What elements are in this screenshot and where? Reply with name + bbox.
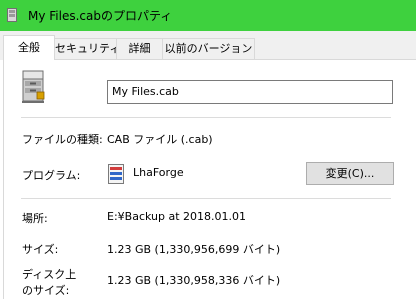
file-type-value: CAB ファイル (.cab) xyxy=(107,133,213,146)
tab-previous-versions[interactable]: 以前のバージョン xyxy=(162,38,255,59)
disk-size-label-line1: ディスク上 xyxy=(22,268,77,281)
tab-security[interactable]: セキュリティ xyxy=(54,38,120,59)
cabinet-file-icon xyxy=(22,70,45,103)
location-label: 場所: xyxy=(22,212,48,225)
program-label: プログラム: xyxy=(22,169,81,182)
tab-details[interactable]: 詳細 xyxy=(116,38,163,59)
change-program-button[interactable]: 変更(C)... xyxy=(306,162,394,185)
divider xyxy=(21,117,391,118)
title-bar: My Files.cabのプロパティ xyxy=(0,0,416,31)
program-name: LhaForge xyxy=(133,166,184,179)
tab-general[interactable]: 全般 xyxy=(3,35,55,60)
window-title: My Files.cabのプロパティ xyxy=(28,9,173,23)
size-label: サイズ: xyxy=(22,243,59,256)
disk-size-value: 1.23 GB (1,330,958,336 バイト) xyxy=(107,274,281,287)
location-value: E:¥Backup at 2018.01.01 xyxy=(107,210,247,223)
cabinet-file-icon xyxy=(7,8,17,22)
disk-size-label-line2: のサイズ: xyxy=(22,284,70,297)
lhaforge-app-icon xyxy=(108,164,124,184)
divider xyxy=(21,198,391,199)
size-value: 1.23 GB (1,330,956,699 バイト) xyxy=(107,243,281,256)
file-name-input[interactable]: My Files.cab xyxy=(107,80,393,104)
file-type-label: ファイルの種類: xyxy=(22,133,103,146)
